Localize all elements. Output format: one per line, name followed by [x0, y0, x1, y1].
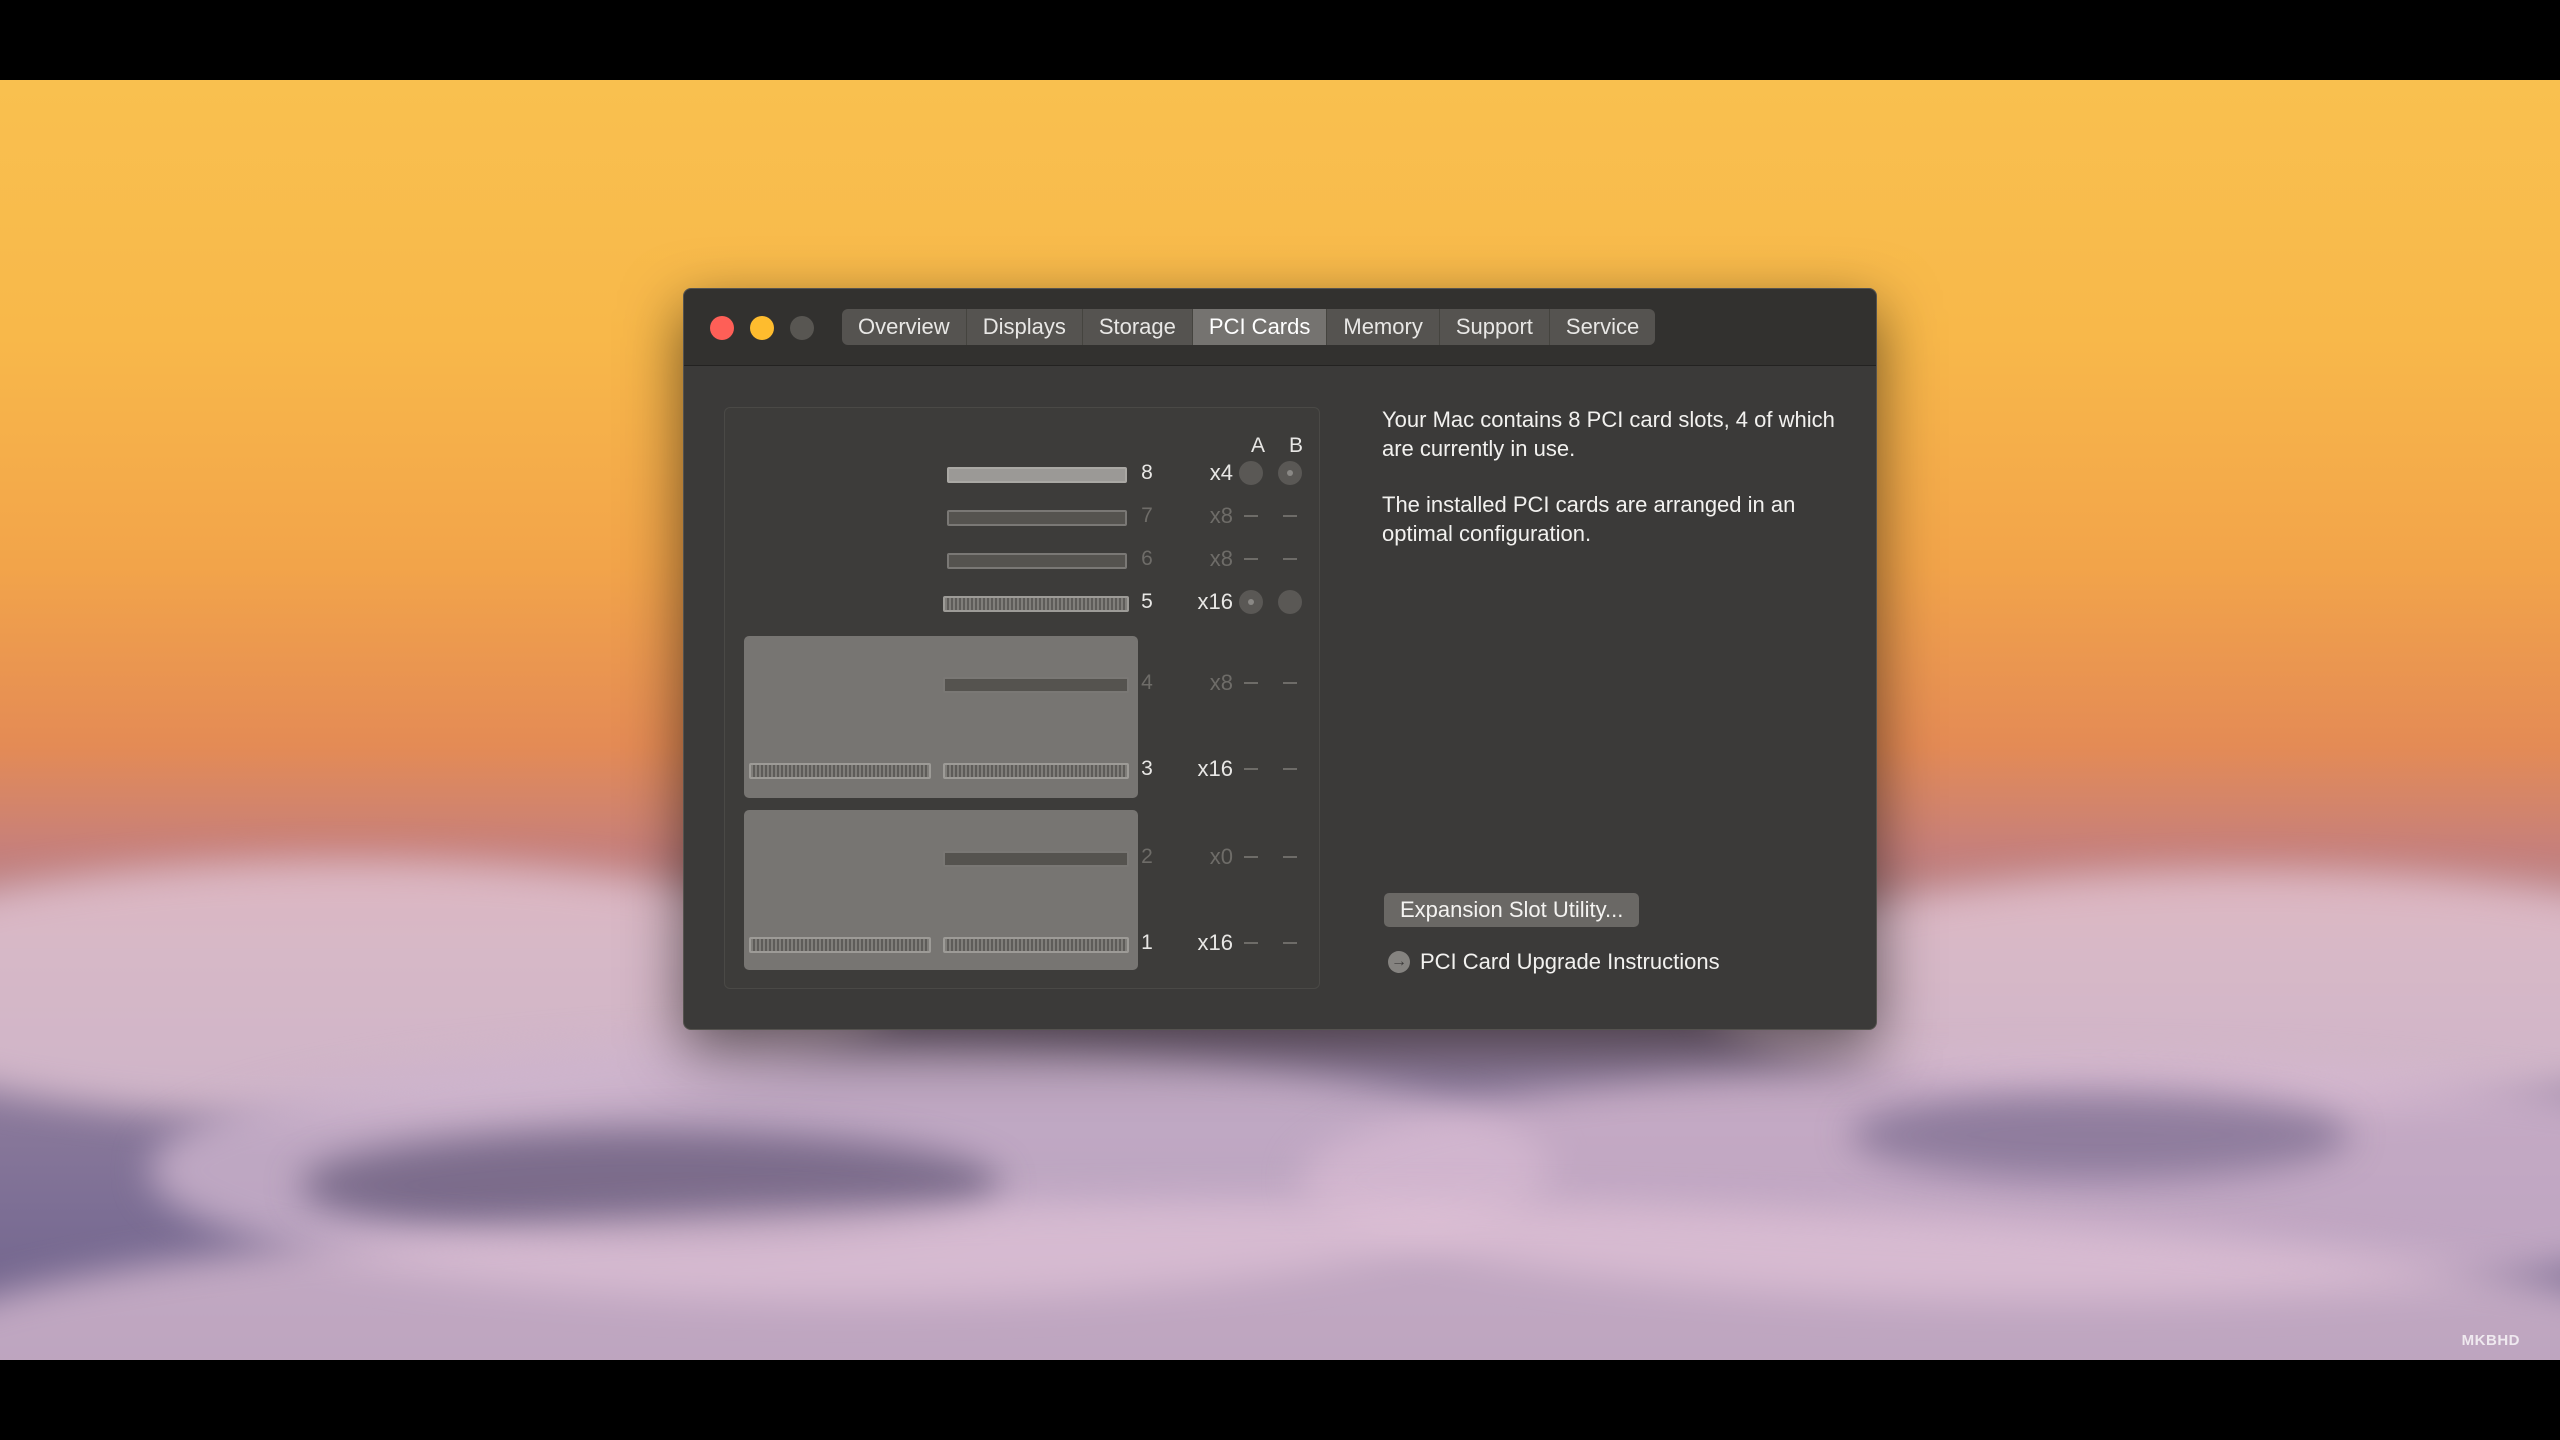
slot-1-card-right [943, 937, 1129, 953]
tab-memory[interactable]: Memory [1327, 309, 1440, 345]
indicator-b [1283, 682, 1297, 684]
indicator-a [1244, 942, 1258, 944]
slot-lanes: x8 [1209, 546, 1233, 571]
tab-displays[interactable]: Displays [967, 309, 1083, 345]
indicator-b [1283, 558, 1297, 560]
title-bar[interactable]: Overview Displays Storage PCI Cards Memo… [684, 289, 1876, 366]
slot-2-connector [943, 851, 1129, 867]
slot-row-8: 8 x4 [725, 458, 1319, 488]
slot-row-3: 3 x16 [725, 754, 1319, 784]
tab-pci-cards[interactable]: PCI Cards [1192, 309, 1328, 345]
slot-number: 8 [1141, 461, 1153, 484]
indicator-b [1283, 515, 1297, 517]
slot-lanes: x8 [1209, 670, 1233, 695]
arrow-right-icon: → [1388, 951, 1410, 973]
slot-lanes: x0 [1209, 844, 1233, 869]
about-this-mac-window: Overview Displays Storage PCI Cards Memo… [683, 288, 1877, 1030]
slot-3-card-right [943, 763, 1129, 779]
close-button[interactable] [710, 316, 734, 340]
letterbox-bottom [0, 1360, 2560, 1440]
slot-lanes: x16 [1197, 930, 1233, 955]
cloud-shadow [1850, 1090, 2350, 1180]
letterbox-top [0, 0, 2560, 80]
column-a-header: A [1251, 434, 1266, 457]
zoom-button[interactable] [790, 316, 814, 340]
indicator-a [1244, 768, 1258, 770]
configuration-status: The installed PCI cards are arranged in … [1382, 492, 1796, 546]
slot-lanes: x16 [1197, 756, 1233, 781]
slot-row-2: 2 x0 [725, 842, 1319, 872]
slot-summary: Your Mac contains 8 PCI card slots, 4 of… [1382, 407, 1835, 461]
slot-number: 5 [1141, 590, 1153, 613]
slot-lanes: x8 [1209, 503, 1233, 528]
slot-1-card-left [749, 937, 931, 953]
tab-storage[interactable]: Storage [1083, 309, 1193, 345]
slot-4-connector [943, 677, 1129, 693]
link-label: PCI Card Upgrade Instructions [1420, 949, 1720, 974]
tab-support[interactable]: Support [1440, 309, 1550, 345]
indicator-b [1283, 856, 1297, 858]
slot-number: 2 [1141, 845, 1153, 868]
slot-lanes: x4 [1209, 460, 1233, 485]
slot-number: 4 [1141, 671, 1153, 694]
expansion-slot-utility-button[interactable]: Expansion Slot Utility... [1384, 893, 1640, 927]
slot-row-6: 6 x8 [725, 544, 1319, 574]
pci-slots-diagram: A B 8 x4 7 x8 6 x8 5 x16 4 x8 3 x16 2 x0… [724, 407, 1320, 989]
slot-number: 1 [1141, 931, 1153, 954]
slot-row-7: 7 x8 [725, 501, 1319, 531]
indicator-a [1239, 590, 1263, 614]
indicator-a [1244, 682, 1258, 684]
watermark: MKBHD [2461, 1332, 2520, 1349]
tab-overview[interactable]: Overview [842, 309, 967, 345]
indicator-b [1278, 590, 1302, 614]
slot-lanes: x16 [1197, 589, 1233, 614]
slot-5-card [943, 596, 1129, 612]
column-b-header: B [1289, 434, 1304, 457]
slot-row-1: 1 x16 [725, 928, 1319, 958]
slot-8-card [947, 467, 1127, 483]
indicator-a [1244, 515, 1258, 517]
tab-bar: Overview Displays Storage PCI Cards Memo… [842, 309, 1656, 345]
pci-info-text: Your Mac contains 8 PCI card slots, 4 of… [1382, 405, 1842, 575]
indicator-a [1244, 856, 1258, 858]
slot-6-connector [947, 553, 1127, 569]
tab-service[interactable]: Service [1550, 309, 1655, 345]
slot-number: 3 [1141, 757, 1153, 780]
slot-row-5: 5 x16 [725, 587, 1319, 617]
slot-7-connector [947, 510, 1127, 526]
indicator-a [1244, 558, 1258, 560]
indicator-b [1278, 461, 1302, 485]
indicator-b [1283, 942, 1297, 944]
slot-number: 6 [1141, 547, 1153, 570]
minimize-button[interactable] [750, 316, 774, 340]
pci-upgrade-instructions-link[interactable]: → PCI Card Upgrade Instructions [1388, 949, 1720, 975]
indicator-b [1283, 768, 1297, 770]
slot-row-4: 4 x8 [725, 668, 1319, 698]
slot-3-card-left [749, 763, 931, 779]
slot-number: 7 [1141, 504, 1153, 527]
indicator-a [1239, 461, 1263, 485]
